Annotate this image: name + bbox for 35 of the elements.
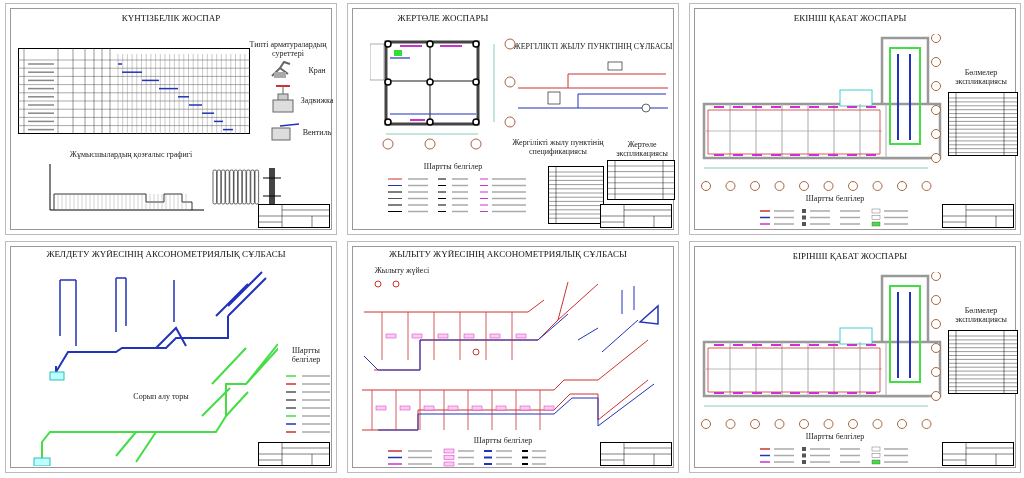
sheet-title: ЖЫЛЫТУ ЖҮЙЕСІНІҢ АКСОНОМЕТРИЯЛЫҚ СҰЛБАСЫ (388, 250, 628, 260)
sheet-title: БІРІНШІ ҚАБАТ ЖОСПАРЫ (791, 252, 909, 262)
drawing-label: Бөлмелер экспликациясы (954, 68, 1008, 87)
drawing-label: Типті арматуралардың суреттері (248, 40, 328, 59)
sheet-title: КҮНТІЗБЕЛІК ЖОСПАР (120, 14, 222, 24)
ball-valve-icon (270, 122, 300, 142)
drawing-label: Жергілікті жылу пунктінің спецификациясы (511, 138, 605, 157)
drawing-label: Шартты белгілер (804, 432, 866, 442)
drawing-label: Шартты белгілер (422, 162, 484, 172)
room-table-drawing (607, 160, 675, 200)
drawing-label: Шартты белгілер (804, 194, 866, 204)
drawing-label: ЖЕРГІЛІКТІ ЖЫЛУ ПУНКТІНІҢ СҰЛБАСЫ (513, 42, 673, 52)
drawing-label: Жертөле экспликациясы (615, 140, 669, 159)
specification-table-drawing (548, 166, 604, 224)
sheet-title: ЖЕЛДЕТУ ЖҮЙЕСІНІҢ АКСОНОМЕТРИЯЛЫҚ СҰЛБАСЫ (45, 250, 287, 260)
drawing-label: Вентиль (301, 128, 333, 138)
title-block-drawing (258, 204, 330, 228)
title-block-drawing (600, 204, 672, 228)
sheet-title: ЖЕРТӨЛЕ ЖОСПАРЫ (396, 14, 490, 24)
drawing-label: Задвижка (299, 96, 335, 106)
title-block-drawing (258, 442, 330, 466)
drawing-label: Шартты белгілер (290, 346, 322, 365)
drawing-label: Шартты белгілер (472, 436, 534, 446)
drawing-label: Жұмысшылардың қозғалыс графигі (68, 150, 194, 160)
title-block-drawing (942, 204, 1014, 228)
gate-valve-icon (272, 84, 294, 114)
title-block-drawing (600, 442, 672, 466)
room-table-drawing (948, 92, 1018, 156)
drawing-label: Кран (307, 66, 327, 76)
drawing-label: Бөлмелер экспликациясы (954, 306, 1008, 325)
sheet-title: ЕКІНШІ ҚАБАТ ЖОСПАРЫ (792, 14, 908, 24)
title-block-drawing (942, 442, 1014, 466)
drawing-label: Сорып алу торы (132, 392, 190, 402)
room-table-drawing (948, 330, 1018, 394)
drawing-label: Жылыту жүйесі (373, 266, 431, 276)
